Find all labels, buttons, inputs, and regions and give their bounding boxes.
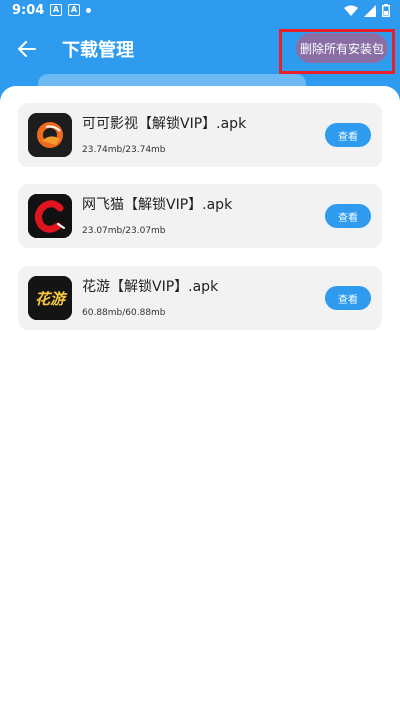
wifi-icon bbox=[344, 5, 358, 16]
keke-icon[interactable] bbox=[28, 113, 72, 157]
status-system-icons bbox=[344, 4, 390, 17]
huayou-icon[interactable]: 花游 bbox=[28, 276, 72, 320]
list-item: 网飞猫【解锁VIP】.apk 23.07mb/23.07mb 查看 bbox=[18, 184, 382, 248]
status-bar: 9:04 A A bbox=[0, 0, 400, 24]
app-name: 花游【解锁VIP】.apk bbox=[82, 279, 219, 295]
page-title: 下载管理 bbox=[62, 40, 134, 61]
highlight-annotation-box bbox=[279, 29, 395, 74]
view-button[interactable]: 查看 bbox=[325, 204, 371, 228]
download-size: 60.88mb/60.88mb bbox=[82, 308, 166, 318]
back-button[interactable] bbox=[12, 34, 42, 64]
dot-icon bbox=[86, 8, 91, 13]
signal-icon bbox=[364, 4, 376, 17]
notification-a-icon: A bbox=[68, 4, 80, 16]
wangfeimao-icon[interactable] bbox=[28, 194, 72, 238]
app-name: 可可影视【解锁VIP】.apk bbox=[82, 116, 247, 132]
back-arrow-icon bbox=[18, 41, 36, 57]
view-button[interactable]: 查看 bbox=[325, 286, 371, 310]
view-button[interactable]: 查看 bbox=[325, 123, 371, 147]
status-time: 9:04 bbox=[12, 3, 45, 18]
list-item: 花游 花游【解锁VIP】.apk 60.88mb/60.88mb 查看 bbox=[18, 266, 382, 330]
notification-a-icon: A bbox=[50, 4, 62, 16]
list-item: 可可影视【解锁VIP】.apk 23.74mb/23.74mb 查看 bbox=[18, 103, 382, 167]
app-name: 网飞猫【解锁VIP】.apk bbox=[82, 197, 233, 213]
download-size: 23.74mb/23.74mb bbox=[82, 145, 166, 155]
huayou-icon-text: 花游 bbox=[35, 290, 68, 308]
battery-icon bbox=[382, 4, 390, 17]
download-size: 23.07mb/23.07mb bbox=[82, 226, 166, 236]
download-list: 可可影视【解锁VIP】.apk 23.74mb/23.74mb 查看 网飞猫【解… bbox=[0, 86, 400, 710]
status-notification-icons: A A bbox=[50, 4, 91, 16]
